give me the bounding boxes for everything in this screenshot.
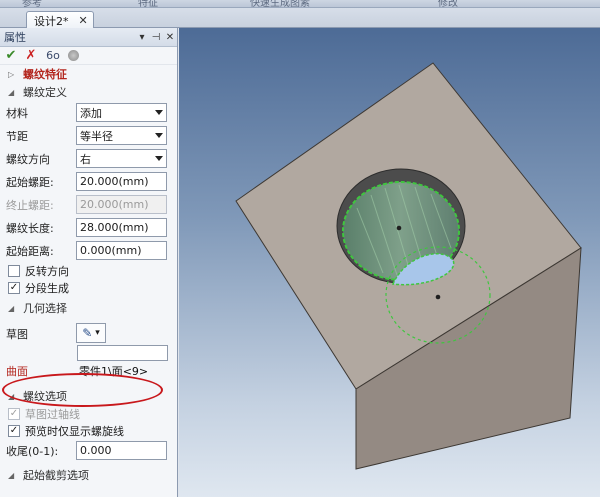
cancel-icon[interactable]: ✗ xyxy=(24,48,38,63)
material-select[interactable]: 添加 xyxy=(76,103,167,122)
sketch-axis-checkbox: ✓ xyxy=(8,407,20,420)
start-distance-input[interactable]: 0.000(mm) xyxy=(76,241,167,260)
panel-title-bar: 属性 ▾ ⊣ ✕ xyxy=(0,28,177,47)
preview-icon[interactable]: 6ο xyxy=(44,49,62,63)
start-pitch-row: 起始螺距: 20.000(mm) xyxy=(0,170,177,193)
collapse-arrow-icon: ◢ xyxy=(8,303,15,313)
tail-row: 收尾(0-1): 0.000 xyxy=(0,439,177,462)
section-label: 螺纹选项 xyxy=(23,390,67,403)
sketch-axis-option: ✓ 草图过轴线 xyxy=(0,405,177,422)
direction-row: 螺纹方向 右 xyxy=(0,147,177,170)
ribbon-group-quick-solids[interactable]: 快速生成图素 xyxy=(250,0,310,7)
ribbon-group-modify[interactable]: 修改 xyxy=(438,0,458,7)
segmented-checkbox[interactable]: ✓ xyxy=(8,281,20,294)
section-start-trim[interactable]: ◢ 起始截剪选项 xyxy=(0,466,177,484)
sketch-axis-label: 草图过轴线 xyxy=(25,407,80,421)
pitch-select[interactable]: 等半径 xyxy=(76,126,167,145)
face-row: 曲面 零件1\面<9> xyxy=(0,361,177,381)
pitch-label: 节距 xyxy=(6,129,28,143)
reverse-direction-checkbox[interactable] xyxy=(8,264,20,277)
material-row: 材料 添加 xyxy=(0,101,177,124)
section-geometry[interactable]: ◢ 几何选择 xyxy=(0,299,177,317)
face-label: 曲面 xyxy=(6,365,28,378)
sketch-selection-field[interactable] xyxy=(77,345,168,361)
property-panel: 属性 ▾ ⊣ ✕ ✔ ✗ 6ο ▷ 螺纹特征 ◢ 螺纹定义 材料 添加 节距 等… xyxy=(0,28,178,497)
ribbon-group-feature[interactable]: 特征 xyxy=(138,0,158,7)
model-graphic xyxy=(235,62,582,470)
preview-helix-option[interactable]: ✓ 预览时仅显示螺旋线 xyxy=(0,422,177,439)
length-label: 螺纹长度: xyxy=(6,221,54,235)
preview-helix-checkbox[interactable]: ✓ xyxy=(8,424,20,437)
sketch-pick-button[interactable]: ✎ ▾ xyxy=(76,323,106,343)
chevron-down-icon: ▾ xyxy=(95,328,100,338)
ribbon-group-strip: 参考 特征 快速生成图素 修改 xyxy=(0,0,600,8)
edit-sketch-icon: ✎ xyxy=(82,326,93,340)
hole-center-point xyxy=(396,225,402,231)
section-label: 螺纹定义 xyxy=(23,86,67,99)
dropdown-arrow-icon xyxy=(155,110,163,115)
section-thread-feature[interactable]: ▷ 螺纹特征 xyxy=(0,65,177,83)
face-selection-value[interactable]: 零件1\面<9> xyxy=(76,363,148,379)
length-row: 螺纹长度: 28.000(mm) xyxy=(0,216,177,239)
length-input[interactable]: 28.000(mm) xyxy=(76,218,167,237)
ok-icon[interactable]: ✔ xyxy=(4,48,18,63)
collapse-arrow-icon: ◢ xyxy=(8,391,15,401)
start-pitch-input[interactable]: 20.000(mm) xyxy=(76,172,167,191)
segmented-option[interactable]: ✓ 分段生成 xyxy=(0,279,177,296)
material-label: 材料 xyxy=(6,106,28,120)
material-value: 添加 xyxy=(80,106,102,120)
status-dot-icon xyxy=(68,50,79,61)
tail-label: 收尾(0-1): xyxy=(6,444,59,458)
end-pitch-row: 终止螺距: 20.000(mm) xyxy=(0,193,177,216)
direction-value: 右 xyxy=(80,152,91,166)
expand-arrow-icon: ▷ xyxy=(8,69,15,79)
segmented-label: 分段生成 xyxy=(25,281,69,295)
pin-icon[interactable]: ⊣ xyxy=(149,32,163,43)
close-icon[interactable]: ✕ xyxy=(79,14,88,27)
hole-bottom-center-point xyxy=(435,294,441,300)
start-pitch-label: 起始螺距: xyxy=(6,175,54,189)
preview-helix-label: 预览时仅显示螺旋线 xyxy=(25,424,124,438)
panel-toolbar: ✔ ✗ 6ο xyxy=(0,47,177,65)
reverse-direction-option[interactable]: 反转方向 xyxy=(0,262,177,279)
end-pitch-label: 终止螺距: xyxy=(6,198,54,212)
pitch-value: 等半径 xyxy=(80,129,113,143)
document-tab-label: 设计2* xyxy=(34,14,69,28)
reverse-direction-label: 反转方向 xyxy=(25,264,69,278)
3d-viewport[interactable] xyxy=(179,28,600,497)
section-thread-options[interactable]: ◢ 螺纹选项 xyxy=(0,387,177,405)
end-pitch-input: 20.000(mm) xyxy=(76,195,167,214)
dropdown-arrow-icon xyxy=(155,156,163,161)
close-icon[interactable]: ✕ xyxy=(163,32,177,43)
start-distance-label: 起始距离: xyxy=(6,244,54,258)
ribbon-group-reference[interactable]: 参考 xyxy=(22,0,42,7)
collapse-arrow-icon: ◢ xyxy=(8,87,15,97)
section-label: 几何选择 xyxy=(23,302,67,315)
tail-input[interactable]: 0.000 xyxy=(76,441,167,460)
sketch-row: 草图 ✎ ▾ xyxy=(0,317,177,361)
start-distance-row: 起始距离: 0.000(mm) xyxy=(0,239,177,262)
section-label: 起始截剪选项 xyxy=(23,469,89,482)
direction-label: 螺纹方向 xyxy=(6,152,50,166)
section-thread-definition[interactable]: ◢ 螺纹定义 xyxy=(0,83,177,101)
sketch-label: 草图 xyxy=(6,328,28,341)
section-label: 螺纹特征 xyxy=(23,68,67,81)
document-tab[interactable]: 设计2* ✕ xyxy=(26,11,94,29)
pitch-row: 节距 等半径 xyxy=(0,124,177,147)
document-tab-bar: 设计2* ✕ xyxy=(0,8,600,29)
direction-select[interactable]: 右 xyxy=(76,149,167,168)
collapse-arrow-icon: ◢ xyxy=(8,470,15,480)
dropdown-arrow-icon xyxy=(155,133,163,138)
chevron-down-icon[interactable]: ▾ xyxy=(135,32,149,43)
panel-title: 属性 xyxy=(4,31,26,44)
